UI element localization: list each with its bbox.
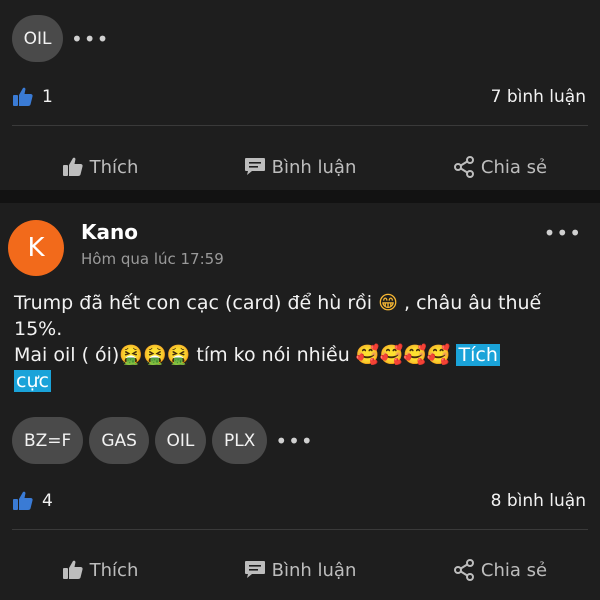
like-button[interactable]: Thích [0,152,200,182]
tag-oil[interactable]: OIL [12,15,63,62]
post-text-line3: Mai oil ( ói) [14,344,120,366]
share-label: Chia sẻ [480,559,548,581]
comment-bubble-icon [244,561,265,578]
post-card: K Kano Hôm qua lúc 17:59 ••• Trump đã hế… [0,203,600,600]
tag-bzf[interactable]: BZ=F [12,417,84,464]
author-name[interactable]: Kano [81,220,138,244]
share-button[interactable]: Chia sẻ [400,555,600,585]
post-text-line1-end: , châu âu thuế [404,292,542,314]
post-tags: BZ=F GAS OIL PLX ••• [12,417,314,464]
comment-button[interactable]: Bình luận [200,555,400,585]
likes-summary[interactable]: 1 [12,87,53,107]
comments-count[interactable]: 8 bình luận [491,491,586,511]
share-icon [453,156,474,178]
tag-oil[interactable]: OIL [154,417,206,464]
post-body: Trump đã hết con cạc (card) để hù rồi 😁 … [14,290,590,394]
comment-bubble-icon [244,158,265,175]
previous-post-stats: 1 7 bình luận [0,87,600,111]
post-text-line3-mid: tím ko nói nhiều [196,344,350,366]
comments-count[interactable]: 7 bình luận [491,87,586,107]
vomit-emoji: 🤮🤮🤮 [119,344,191,366]
hug-emoji: 🥰🥰🥰🥰 [355,344,451,366]
like-thumb-icon [13,87,33,106]
tag-gas[interactable]: GAS [89,417,149,464]
post-text-line1: Trump đã hết con cạc (card) để hù rồi [14,292,373,314]
more-dots-icon[interactable]: ••• [544,221,582,245]
share-button[interactable]: Chia sẻ [400,152,600,182]
post-stats: 4 8 bình luận [0,491,600,515]
avatar[interactable]: K [8,220,64,276]
thumb-up-outline-icon [62,560,83,579]
like-thumb-icon [13,491,33,510]
like-button[interactable]: Thích [0,555,200,585]
share-label: Chia sẻ [480,156,548,178]
thumb-up-outline-icon [62,157,83,176]
likes-summary[interactable]: 4 [12,491,53,511]
post-actions: Thích Bình luận Chia sẻ [0,555,600,585]
post-timestamp: Hôm qua lúc 17:59 [81,250,224,268]
post-text-line2: 15%. [14,318,63,340]
comment-label: Bình luận [271,156,357,178]
likes-count: 1 [42,87,53,107]
like-label: Thích [89,559,139,581]
previous-post-card: OIL ••• 1 7 bình luận Thích Bình luận Ch… [0,0,600,190]
share-icon [453,559,474,581]
comment-label: Bình luận [271,559,357,581]
grin-emoji: 😁 [378,292,398,314]
likes-count: 4 [42,491,53,511]
sentiment-highlight[interactable]: Tích [456,344,500,366]
more-dots-icon[interactable]: ••• [275,431,313,451]
previous-post-actions: Thích Bình luận Chia sẻ [0,152,600,182]
tag-plx[interactable]: PLX [211,417,268,464]
sentiment-highlight-cont[interactable]: cực [14,370,51,392]
divider [12,125,588,126]
comment-button[interactable]: Bình luận [200,152,400,182]
divider [12,529,588,530]
more-dots-icon[interactable]: ••• [71,29,109,49]
previous-post-tags: OIL ••• [12,15,109,62]
like-label: Thích [89,156,139,178]
